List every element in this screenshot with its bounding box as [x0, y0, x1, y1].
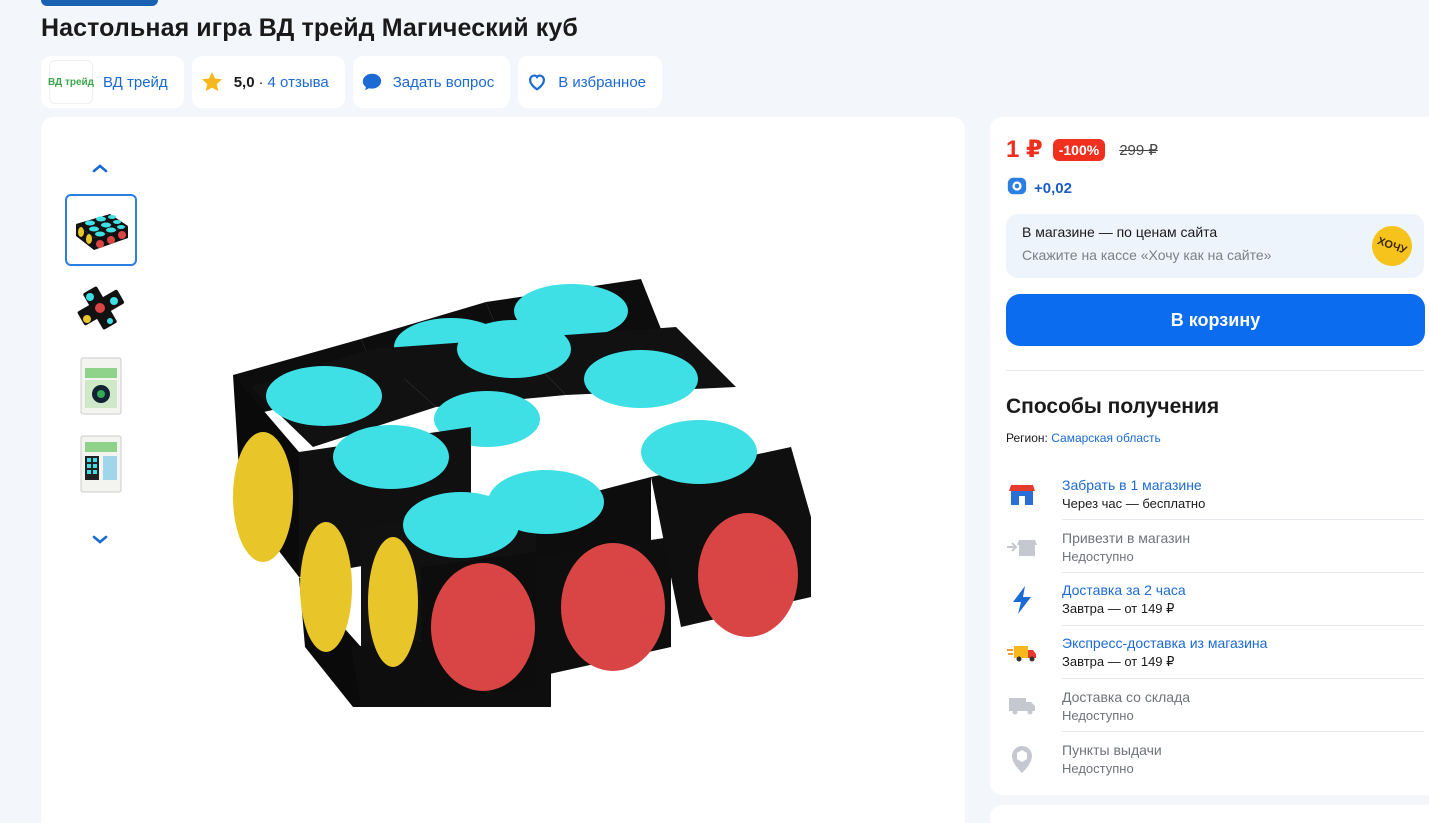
delivery-option-subtitle: Недоступно [1062, 760, 1134, 776]
rating-chip[interactable]: 5,0 · 4 отзыва [191, 56, 345, 108]
product-main-image[interactable] [221, 267, 821, 717]
store-price-banner[interactable]: В магазине — по ценам сайта Скажите на к… [1006, 214, 1424, 278]
current-price: 1 ₽ [1006, 136, 1043, 163]
delivery-options: Забрать в 1 магазине Через час — бесплатн… [1006, 467, 1424, 785]
rating-value: 5,0 [233, 73, 255, 91]
delivery-option-warehouse[interactable]: Доставка со склада Недоступно [1006, 679, 1424, 732]
delivery-option-subtitle: Завтра — от 149 ₽ [1062, 654, 1175, 669]
lightning-icon [1006, 584, 1038, 616]
ask-question-label: Задать вопрос [392, 73, 495, 91]
brand-name: ВД трейд [103, 73, 168, 91]
delivery-option-2-hours[interactable]: Доставка за 2 часа Завтра — от 149 ₽ [1006, 573, 1424, 626]
heart-icon [526, 71, 548, 93]
reviews-link[interactable]: 4 отзыва [268, 74, 329, 91]
delivery-option-title: Привезти в магазин [1062, 529, 1191, 546]
brand-chip[interactable]: ВД трейд ВД трейд [41, 56, 184, 108]
thumbnail-4[interactable] [65, 428, 137, 500]
store-banner-title: В магазине — по ценам сайта [1022, 224, 1218, 240]
delivery-option-title: Экспресс-доставка из магазина [1062, 635, 1268, 651]
store-transfer-icon [1006, 531, 1038, 563]
delivery-option-express[interactable]: Экспресс-доставка из магазина Завтра — от… [1006, 626, 1424, 679]
chevron-up-icon[interactable] [88, 159, 112, 177]
delivery-section-title: Способы получения [1006, 395, 1220, 418]
pickup-point-icon [1006, 743, 1038, 775]
delivery-option-subtitle: Недоступно [1062, 548, 1134, 564]
region-label: Регион: [1006, 431, 1048, 445]
delivery-option-title: Доставка за 2 часа [1062, 582, 1186, 598]
store-icon [1006, 478, 1038, 510]
add-to-cart-button[interactable]: В корзину [1006, 294, 1425, 346]
product-meta-chips: ВД трейд ВД трейд 5,0 · 4 отзыва Задать … [41, 56, 663, 108]
delivery-option-title: Доставка со склада [1062, 688, 1191, 705]
favorite-chip[interactable]: В избранное [518, 56, 663, 108]
buy-panel: 1 ₽ -100% 299 ₽ +0,02 В магазине — по це… [990, 117, 1429, 795]
brand-logo: ВД трейд [48, 60, 94, 104]
thumbnail-1[interactable] [65, 194, 137, 266]
delivery-option-subtitle: Недоступно [1062, 707, 1134, 723]
store-banner-subtitle: Скажите на кассе «Хочу как на сайте» [1022, 247, 1272, 263]
thumbnail-3[interactable] [65, 350, 137, 422]
chat-bubble-icon [361, 71, 383, 93]
product-title: Настольная игра ВД трейд Магический куб [41, 14, 578, 42]
category-tab[interactable] [41, 0, 158, 6]
discount-badge: -100% [1052, 138, 1106, 161]
express-truck-icon [1006, 637, 1038, 669]
next-card [990, 805, 1429, 823]
bonus-value: +0,02 [1034, 179, 1072, 197]
region-link[interactable]: Самарская область [1051, 431, 1161, 445]
bonus-coin-icon [1006, 175, 1028, 201]
delivery-option-bring-to-store[interactable]: Привезти в магазин Недоступно [1006, 520, 1424, 573]
old-price: 299 ₽ [1119, 141, 1158, 159]
product-gallery [41, 117, 965, 823]
bonus-row[interactable]: +0,02 [1006, 175, 1072, 201]
delivery-option-title: Пункты выдачи [1062, 741, 1162, 758]
delivery-option-subtitle: Через час — бесплатно [1062, 495, 1206, 511]
chevron-down-icon[interactable] [88, 531, 112, 549]
delivery-option-subtitle: Завтра — от 149 ₽ [1062, 601, 1175, 616]
price-row: 1 ₽ -100% 299 ₽ [1006, 135, 1158, 164]
thumbnail-2[interactable] [65, 272, 137, 344]
ask-question-chip[interactable]: Задать вопрос [352, 56, 511, 108]
favorite-label: В избранное [558, 73, 647, 91]
star-icon [200, 70, 224, 94]
truck-icon [1006, 690, 1038, 722]
delivery-option-pickup-points[interactable]: Пункты выдачи Недоступно [1006, 732, 1424, 785]
region-row: Регион: Самарская область [1006, 431, 1161, 445]
delivery-option-pickup-store[interactable]: Забрать в 1 магазине Через час — бесплатн… [1006, 467, 1424, 520]
delivery-option-title: Забрать в 1 магазине [1062, 476, 1202, 493]
divider [1006, 370, 1424, 371]
thumbnail-list [65, 194, 137, 500]
rating-separator: · [258, 73, 264, 91]
